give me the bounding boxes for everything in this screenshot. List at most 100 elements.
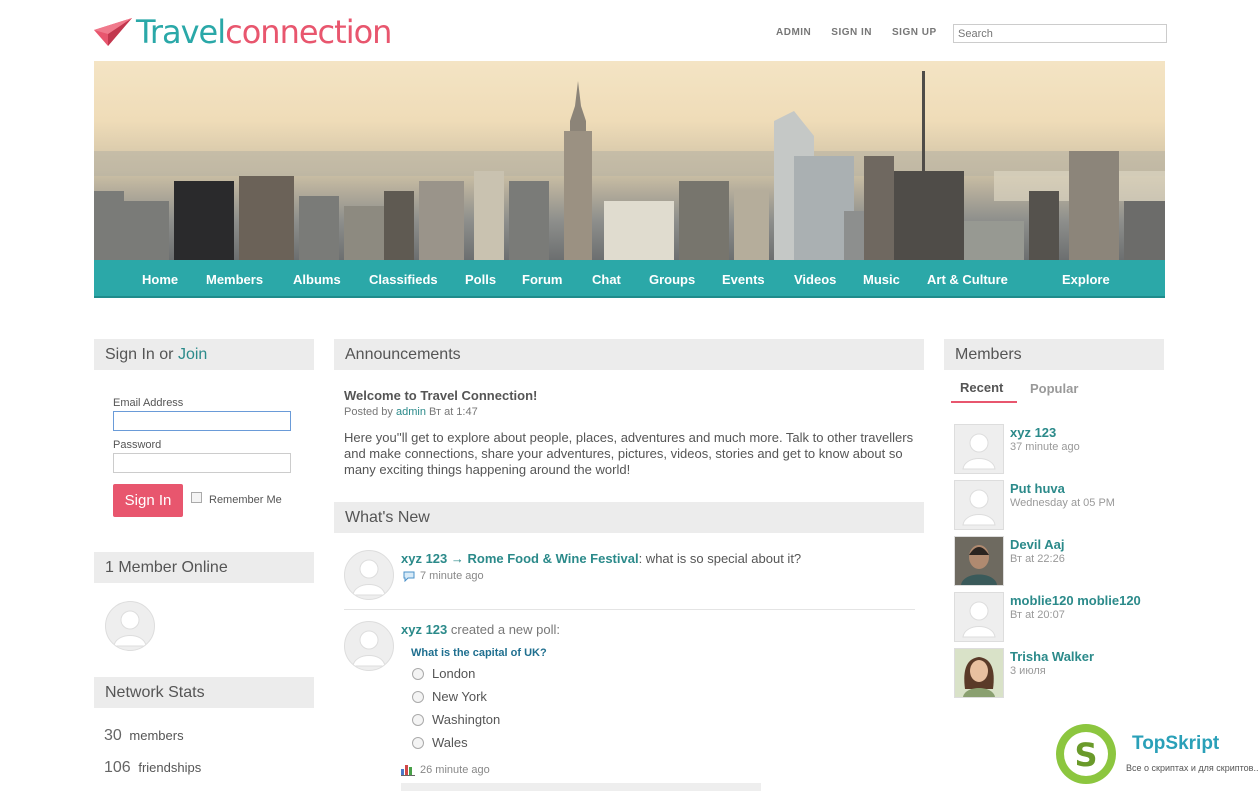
members-box-header: Members [944, 339, 1164, 370]
online-member-avatar[interactable] [105, 601, 155, 651]
main-nav: Home Members Albums Classifieds Polls Fo… [94, 260, 1165, 298]
radio-button[interactable] [412, 736, 424, 749]
poll-option-label: Washington [432, 712, 501, 727]
email-field[interactable] [113, 411, 291, 431]
poll-option-label: New York [432, 689, 487, 704]
default-user-icon [352, 630, 386, 667]
poll-time: 26 minute ago [420, 763, 490, 776]
poll-activity-text: xyz 123 created a new poll: [401, 622, 560, 637]
activity-message: : what is so special about it? [638, 551, 802, 566]
password-field[interactable] [113, 453, 291, 473]
activity-arrow: → [447, 551, 468, 566]
watermark-tagline: Все о скриптах и для скриптов... [1126, 763, 1258, 773]
topskript-logo: S [1056, 724, 1116, 784]
poll-activity-message: created a new poll: [447, 622, 560, 637]
user-photo [955, 649, 1003, 697]
nav-music[interactable]: Music [863, 272, 900, 287]
activity-meta: 7 minute ago [403, 570, 484, 582]
hero-banner [94, 61, 1165, 260]
tab-recent[interactable]: Recent [960, 380, 1003, 395]
top-links: ADMIN SIGN IN SIGN UP [776, 27, 937, 38]
search-input[interactable] [953, 24, 1167, 43]
activity-user-link[interactable]: xyz 123 [401, 551, 447, 566]
poll-option-label: Wales [432, 735, 468, 750]
stat-members[interactable]: 30 members [104, 727, 184, 745]
posted-by-user[interactable]: admin [396, 406, 426, 418]
member-name[interactable]: moblie120 moblie120 [1010, 593, 1141, 608]
sign-in-link[interactable]: SIGN IN [831, 27, 872, 38]
email-label: Email Address [113, 397, 184, 409]
nav-art-culture[interactable]: Art & Culture [927, 272, 1008, 287]
activity-avatar[interactable] [344, 550, 394, 600]
join-link[interactable]: Join [178, 346, 207, 363]
member-name[interactable]: xyz 123 [1010, 425, 1056, 440]
poll-user-link[interactable]: xyz 123 [401, 622, 447, 637]
member-time: 37 minute ago [1010, 441, 1080, 453]
nav-classifieds[interactable]: Classifieds [369, 272, 438, 287]
default-user-icon [352, 559, 386, 596]
user-photo [955, 537, 1003, 585]
posted-time: Вт at 1:47 [425, 406, 478, 418]
poll-option[interactable]: New York [412, 689, 487, 704]
member-time: Wednesday at 05 PM [1010, 497, 1115, 509]
nav-videos[interactable]: Videos [794, 272, 836, 287]
activity-text: xyz 123 → Rome Food & Wine Festival: wha… [401, 551, 801, 566]
password-label: Password [113, 439, 162, 451]
member-avatar[interactable] [954, 592, 1004, 642]
member-time: Вт at 22:26 [1010, 553, 1065, 565]
svg-text:S: S [1074, 736, 1097, 774]
nav-forum[interactable]: Forum [522, 272, 562, 287]
nav-explore[interactable]: Explore [1062, 272, 1110, 287]
member-name[interactable]: Trisha Walker [1010, 649, 1094, 664]
watermark-brand: TopSkript [1132, 733, 1220, 754]
radio-button[interactable] [412, 667, 424, 680]
stat-friendships-count: 106 [104, 759, 131, 776]
tab-popular[interactable]: Popular [1030, 381, 1078, 396]
poll-activity-avatar[interactable] [344, 621, 394, 671]
poll-question[interactable]: What is the capital of UK? [411, 647, 547, 659]
stat-members-label: members [129, 728, 184, 743]
nav-events[interactable]: Events [722, 272, 765, 287]
member-avatar[interactable] [954, 424, 1004, 474]
posted-by-prefix: Posted by [344, 406, 396, 418]
bar-chart-icon [401, 765, 415, 776]
nav-albums[interactable]: Albums [293, 272, 341, 287]
stat-friendships[interactable]: 106 friendships [104, 759, 201, 777]
signin-title: Sign In or [105, 346, 178, 363]
nav-home[interactable]: Home [142, 272, 178, 287]
stats-box-header: Network Stats [94, 677, 314, 708]
signin-box-header: Sign In or Join [94, 339, 314, 370]
poll-option[interactable]: Washington [412, 712, 500, 727]
announcement-title: Welcome to Travel Connection! [344, 388, 538, 403]
member-avatar[interactable] [954, 480, 1004, 530]
paper-plane-icon [94, 18, 132, 46]
sign-up-link[interactable]: SIGN UP [892, 27, 937, 38]
nav-chat[interactable]: Chat [592, 272, 621, 287]
poll-option[interactable]: London [412, 666, 475, 681]
nav-members[interactable]: Members [206, 272, 263, 287]
sign-in-button[interactable]: Sign In [113, 484, 183, 517]
admin-link[interactable]: ADMIN [776, 27, 811, 38]
radio-button[interactable] [412, 690, 424, 703]
remember-checkbox[interactable] [191, 492, 202, 503]
poll-meta: 26 minute ago [401, 763, 490, 776]
activity-target-link[interactable]: Rome Food & Wine Festival [468, 551, 639, 566]
s-logo-icon: S [1064, 732, 1108, 776]
announcement-body: Here you''ll get to explore about people… [344, 430, 914, 477]
nav-polls[interactable]: Polls [465, 272, 496, 287]
member-name[interactable]: Put huva [1010, 481, 1065, 496]
nav-groups[interactable]: Groups [649, 272, 695, 287]
member-avatar[interactable] [954, 648, 1004, 698]
stat-friendships-label: friendships [138, 760, 202, 775]
remember-label: Remember Me [209, 494, 282, 506]
radio-button[interactable] [412, 713, 424, 726]
comment-icon[interactable] [403, 571, 415, 582]
default-user-icon [962, 601, 996, 638]
site-logo[interactable]: Travelconnection [94, 12, 392, 52]
member-avatar[interactable] [954, 536, 1004, 586]
poll-option[interactable]: Wales [412, 735, 468, 750]
logo-connection: connection [225, 13, 392, 51]
whats-new-header: What's New [334, 502, 924, 533]
comment-bar [401, 783, 761, 791]
member-name[interactable]: Devil Aaj [1010, 537, 1064, 552]
